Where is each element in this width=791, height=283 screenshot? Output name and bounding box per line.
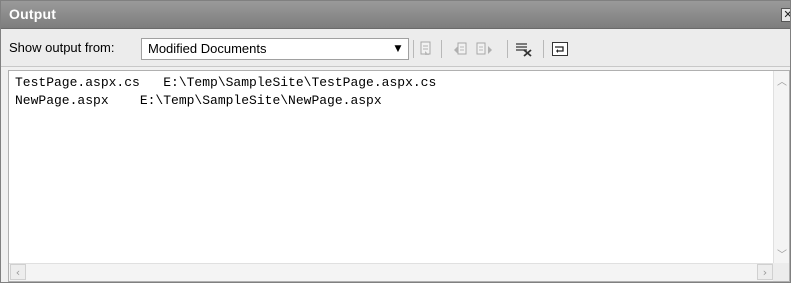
toolbar-separator [413,40,414,58]
scrollbar-corner [773,263,789,281]
chevron-down-icon[interactable]: ▼ [390,41,406,57]
show-output-label: Show output from: [9,40,115,55]
output-toolbar: Show output from: Modified Documents ▼ [1,29,790,67]
close-button[interactable]: ✕ [781,8,790,22]
horizontal-scrollbar[interactable]: ‹ › [9,263,789,281]
goto-source-icon[interactable] [417,41,435,57]
toolbar-separator [543,40,544,58]
title-bar[interactable]: Output ✕ [1,1,790,29]
window-title: Output [9,6,57,22]
scroll-down-icon[interactable]: ﹀ [774,248,789,264]
output-window: Output ✕ Show output from: Modified Docu… [0,0,791,283]
word-wrap-icon[interactable] [551,41,569,57]
toolbar-separator [507,40,508,58]
find-previous-icon[interactable] [453,41,471,57]
close-icon: ✕ [783,8,790,21]
scroll-left-icon[interactable]: ‹ [10,264,26,280]
output-source-dropdown[interactable]: Modified Documents ▼ [141,38,409,60]
vertical-scrollbar[interactable]: ︿ ﹀ [773,71,789,264]
clear-all-icon[interactable] [515,41,533,57]
output-line[interactable]: NewPage.aspx E:\Temp\SampleSite\NewPage.… [15,93,382,108]
scroll-up-icon[interactable]: ︿ [774,75,789,91]
scroll-right-icon[interactable]: › [757,264,773,280]
output-text-area[interactable]: TestPage.aspx.cs E:\Temp\SampleSite\Test… [8,70,790,282]
find-next-icon[interactable] [475,41,493,57]
output-line[interactable]: TestPage.aspx.cs E:\Temp\SampleSite\Test… [15,75,436,90]
output-source-value: Modified Documents [148,41,267,56]
toolbar-separator [441,40,442,58]
